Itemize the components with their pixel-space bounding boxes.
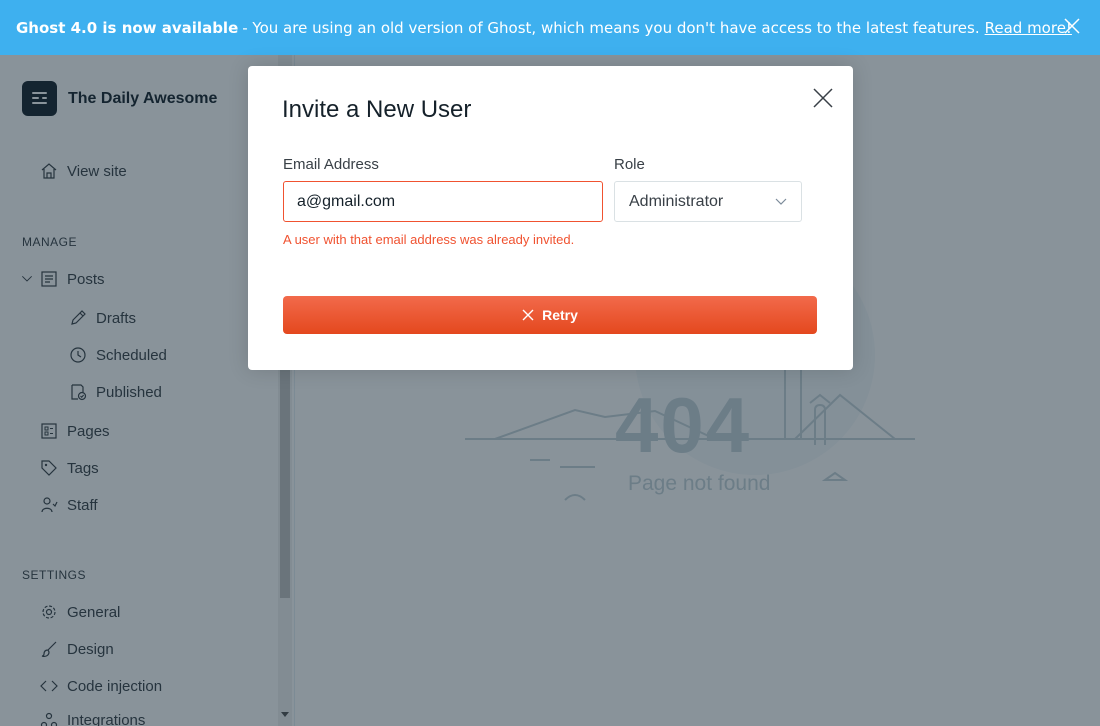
chevron-down-icon	[775, 198, 787, 205]
banner-close-icon[interactable]	[1064, 18, 1080, 34]
close-icon	[522, 309, 534, 321]
role-label: Role	[614, 156, 645, 173]
close-icon[interactable]	[812, 87, 834, 109]
banner-title: Ghost 4.0 is now available	[16, 18, 239, 37]
invite-user-modal: Invite a New User Email Address Role Adm…	[248, 66, 853, 370]
retry-button[interactable]: Retry	[283, 296, 817, 334]
email-label: Email Address	[283, 156, 379, 173]
email-field[interactable]	[283, 181, 603, 222]
email-error-message: A user with that email address was alrea…	[283, 232, 575, 247]
role-select-value: Administrator	[629, 192, 724, 210]
retry-button-label: Retry	[542, 307, 578, 323]
modal-title: Invite a New User	[282, 96, 472, 123]
banner-message: - You are using an old version of Ghost,…	[242, 18, 980, 37]
banner-read-more-link[interactable]: Read more!	[985, 19, 1072, 37]
role-select[interactable]: Administrator	[614, 181, 802, 222]
update-banner: Ghost 4.0 is now available - You are usi…	[0, 0, 1100, 55]
